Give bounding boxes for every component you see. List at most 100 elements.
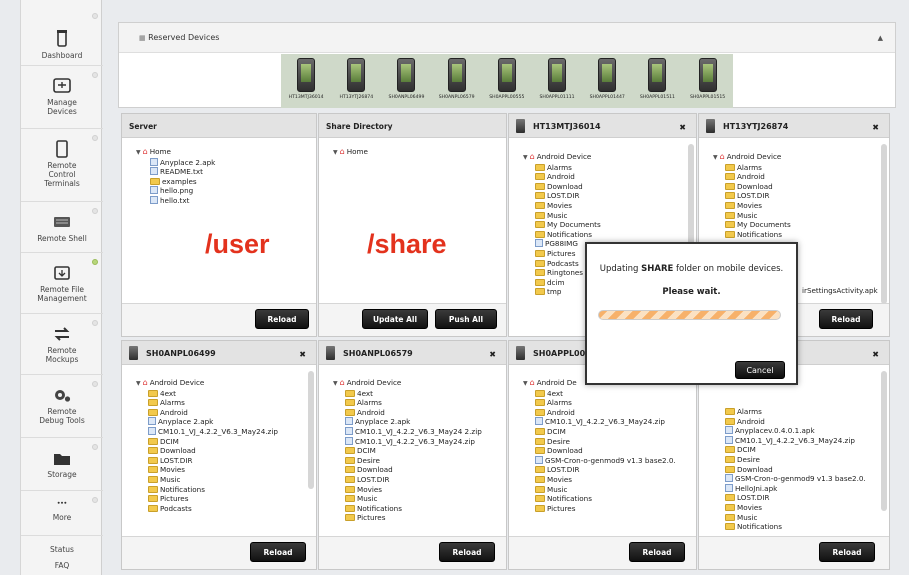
scrollbar[interactable] bbox=[881, 371, 887, 511]
tree-folder[interactable]: Download bbox=[523, 446, 676, 456]
reserved-device[interactable]: SH0APPL00555 bbox=[482, 54, 532, 108]
reserved-device[interactable]: SH0ANPL06579 bbox=[432, 54, 482, 108]
tree-root[interactable]: ▼ ⌂ Home bbox=[333, 147, 368, 158]
tree-file[interactable]: hello.png bbox=[136, 186, 215, 196]
tree-file[interactable]: GSM-Cron-o-genmod9 v1.3 base2.0. bbox=[713, 474, 866, 484]
reserved-device[interactable]: SH0APPL01515 bbox=[683, 54, 733, 108]
tree-folder[interactable]: Music bbox=[136, 475, 278, 485]
tree-folder[interactable]: Music bbox=[713, 513, 866, 523]
tree-folder[interactable]: Desire bbox=[713, 455, 866, 465]
tree-file[interactable]: CM10.1_VJ_4.2.2_V6.3_May24.zip bbox=[523, 417, 676, 427]
update-all-button[interactable]: Update All bbox=[362, 309, 428, 329]
cancel-button[interactable]: Cancel bbox=[735, 361, 785, 379]
tree-folder[interactable]: DCIM bbox=[523, 427, 676, 437]
reload-button[interactable]: Reload bbox=[819, 542, 875, 562]
tree-folder[interactable]: Alarms bbox=[523, 398, 676, 408]
sidebar-item-remote-debug[interactable]: Remote Debug Tools bbox=[21, 376, 103, 438]
tree-folder[interactable]: Download bbox=[136, 446, 278, 456]
reload-button[interactable]: Reload bbox=[439, 542, 495, 562]
reload-button[interactable]: Reload bbox=[629, 542, 685, 562]
tree-folder[interactable]: Download bbox=[333, 465, 482, 475]
tree-folder[interactable]: Notifications bbox=[713, 230, 791, 240]
close-icon[interactable]: ✖ bbox=[872, 350, 879, 359]
tree-file[interactable]: Anyplacev.0.4.0.1.apk bbox=[713, 426, 866, 436]
tree-folder[interactable]: LOST.DIR bbox=[333, 475, 482, 485]
tree-folder[interactable]: LOST.DIR bbox=[713, 493, 866, 503]
sidebar-item-remote-file[interactable]: Remote File Management bbox=[21, 254, 103, 314]
tree-folder[interactable]: 4ext bbox=[136, 389, 278, 399]
tree-folder[interactable]: Download bbox=[713, 182, 791, 192]
reload-button[interactable]: Reload bbox=[255, 309, 309, 329]
close-icon[interactable]: ✖ bbox=[299, 350, 306, 359]
scrollbar[interactable] bbox=[881, 144, 887, 304]
sidebar-item-remote-shell[interactable]: Remote Shell bbox=[21, 203, 103, 253]
reserved-devices-header[interactable]: ▦ Reserved Devices ▲ bbox=[119, 23, 895, 53]
tree-folder[interactable]: DCIM bbox=[333, 446, 482, 456]
tree-file[interactable]: README.txt bbox=[136, 167, 215, 177]
tree-folder[interactable]: LOST.DIR bbox=[523, 191, 601, 201]
tree-file[interactable]: HelloJni.apk bbox=[713, 483, 866, 494]
tree-folder[interactable]: Movies bbox=[333, 485, 482, 495]
tree-folder[interactable]: Notifications bbox=[333, 504, 482, 514]
reserved-device[interactable]: SH0APPL01111 bbox=[532, 54, 582, 108]
close-icon[interactable]: ✖ bbox=[872, 123, 879, 132]
close-icon[interactable]: ✖ bbox=[679, 123, 686, 132]
tree-folder[interactable]: Podcasts bbox=[136, 504, 278, 514]
sidebar-item-dashboard[interactable]: Dashboard bbox=[21, 8, 103, 66]
reserved-device[interactable]: HT13MTJ36014 bbox=[281, 54, 331, 108]
tree-file[interactable]: CM10.1_VJ_4.2.2_V6.3_May24 2.zip bbox=[333, 426, 482, 437]
tree-folder[interactable]: Alarms bbox=[136, 398, 278, 408]
reserved-device[interactable]: SH0ANPL06499 bbox=[381, 54, 431, 108]
tree-folder[interactable]: My Documents bbox=[523, 220, 601, 230]
tree-file[interactable]: GSM-Cron-o-genmod9 v1.3 base2.0. bbox=[523, 455, 676, 466]
tree-root[interactable]: ▼ ⌂ Android Device bbox=[333, 378, 482, 389]
tree-folder[interactable]: Android bbox=[713, 417, 866, 427]
tree-folder[interactable]: My Documents bbox=[713, 220, 791, 230]
tree-folder[interactable]: Alarms bbox=[523, 163, 601, 173]
sidebar-item-remote-control[interactable]: Remote Control Terminals bbox=[21, 130, 103, 202]
tree-file[interactable]: Anyplace 2.apk bbox=[136, 157, 215, 168]
tree-folder[interactable]: Pictures bbox=[523, 504, 676, 514]
tree-folder[interactable]: Download bbox=[523, 182, 601, 192]
close-icon[interactable]: ✖ bbox=[489, 350, 496, 359]
tree-file-partial[interactable]: irSettingsActivity.apk bbox=[802, 286, 878, 295]
tree-root[interactable]: ▼ ⌂ Home bbox=[136, 147, 215, 158]
sidebar-item-remote-mockups[interactable]: Remote Mockups bbox=[21, 315, 103, 375]
tree-folder[interactable]: Alarms bbox=[713, 163, 791, 173]
faq-link[interactable]: FAQ bbox=[21, 561, 103, 570]
tree-folder[interactable]: 4ext bbox=[523, 389, 676, 399]
collapse-icon[interactable]: ▲ bbox=[878, 34, 883, 42]
tree-folder[interactable]: LOST.DIR bbox=[136, 456, 278, 466]
tree-root[interactable]: ▼ ⌂ Android Device bbox=[713, 152, 791, 163]
tree-file[interactable]: CM10.1_VJ_4.2.2_V6.3_May24.zip bbox=[333, 436, 482, 447]
tree-folder[interactable]: DCIM bbox=[713, 445, 866, 455]
tree-folder[interactable]: Music bbox=[523, 485, 676, 495]
scrollbar[interactable] bbox=[308, 371, 314, 489]
tree-folder[interactable]: Alarms bbox=[713, 407, 866, 417]
reload-button[interactable]: Reload bbox=[819, 309, 873, 329]
tree-folder[interactable]: Notifications bbox=[523, 230, 601, 240]
tree-folder[interactable]: 4ext bbox=[333, 389, 482, 399]
tree-folder[interactable]: Android bbox=[523, 172, 601, 182]
tree-folder[interactable]: Desire bbox=[523, 437, 676, 447]
tree-folder[interactable]: Movies bbox=[136, 465, 278, 475]
reload-button[interactable]: Reload bbox=[250, 542, 306, 562]
tree-file[interactable]: CM10.1_VJ_4.2.2_V6.3_May24.zip bbox=[713, 435, 866, 446]
tree-folder[interactable]: Desire bbox=[333, 456, 482, 466]
expand-icon[interactable]: ▼ bbox=[136, 149, 141, 156]
sidebar-item-storage[interactable]: Storage bbox=[21, 439, 103, 491]
tree-file[interactable]: hello.txt bbox=[136, 195, 215, 206]
push-all-button[interactable]: Push All bbox=[435, 309, 497, 329]
tree-root[interactable]: ▼ ⌂ Android Device bbox=[523, 152, 601, 163]
tree-folder[interactable]: DCIM bbox=[136, 437, 278, 447]
tree-folder[interactable]: Music bbox=[523, 211, 601, 221]
tree-folder[interactable]: Pictures bbox=[333, 513, 482, 523]
tree-file[interactable]: Anyplace 2.apk bbox=[136, 417, 278, 427]
expand-icon[interactable]: ▼ bbox=[333, 149, 338, 156]
tree-folder[interactable]: Alarms bbox=[333, 398, 482, 408]
tree-folder[interactable]: Android bbox=[136, 408, 278, 418]
tree-folder[interactable]: LOST.DIR bbox=[713, 191, 791, 201]
tree-file[interactable]: CM10.1_VJ_4.2.2_V6.3_May24.zip bbox=[136, 426, 278, 437]
tree-folder[interactable]: Pictures bbox=[136, 494, 278, 504]
tree-folder[interactable]: Notifications bbox=[136, 485, 278, 495]
